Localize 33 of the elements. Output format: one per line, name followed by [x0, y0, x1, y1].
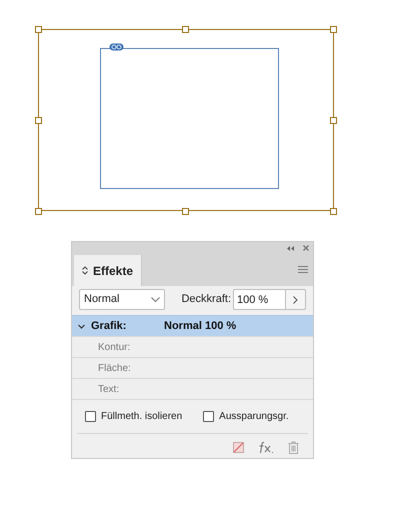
effect-label: Fläche: [98, 362, 131, 376]
blend-mode-dropdown[interactable]: Normal [79, 289, 166, 310]
effect-label: Kontur: [98, 340, 130, 354]
opacity-field[interactable]: 100 % [233, 289, 286, 310]
chevron-right-icon [293, 296, 298, 304]
effect-value: Normal 100 % [164, 318, 236, 334]
panel-tab[interactable]: Effekte [74, 255, 142, 286]
clear-effects-icon[interactable] [233, 442, 244, 453]
checkbox[interactable] [203, 411, 214, 422]
opacity-label: Deckkraft: [181, 292, 231, 308]
effect-label: Grafik: [91, 318, 128, 334]
resize-handle[interactable] [182, 208, 189, 215]
sort-icon [82, 266, 88, 275]
link-icon [109, 43, 124, 51]
resize-handle[interactable] [35, 208, 42, 215]
opacity-slider-button[interactable] [286, 289, 306, 310]
resize-handle[interactable] [330, 117, 337, 124]
fx-icon[interactable] [258, 441, 274, 454]
resize-handle[interactable] [182, 26, 189, 33]
chevron-down-icon[interactable] [78, 322, 85, 330]
checkbox-label: Aussparungsgr. [219, 410, 289, 424]
resize-handle[interactable] [35, 26, 42, 33]
checkbox-label: Füllmeth. isolieren [101, 410, 182, 424]
chevron-down-icon [151, 297, 160, 302]
menu-icon[interactable] [298, 266, 308, 273]
checkbox[interactable] [85, 411, 96, 422]
collapse-icon[interactable] [287, 246, 294, 250]
effect-label: Text: [98, 382, 120, 396]
resize-handle[interactable] [35, 117, 42, 124]
close-icon[interactable] [303, 245, 309, 251]
resize-handle[interactable] [330, 26, 337, 33]
resize-handle[interactable] [330, 208, 337, 215]
effect-row[interactable]: Grafik: Normal 100 % [72, 315, 313, 336]
